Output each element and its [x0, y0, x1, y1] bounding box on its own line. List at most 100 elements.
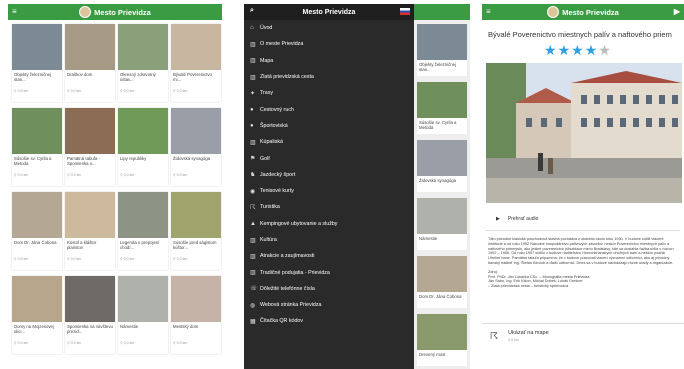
- poi-thumbnail: [65, 192, 115, 238]
- drawer-item-label: Atrakcie a zaujímavosti: [260, 253, 315, 260]
- drawer-item[interactable]: ♞ Jazdecký šport: [244, 167, 414, 183]
- drawer-item-label: Tenisové kurty: [260, 188, 294, 195]
- tennis-icon: ◉: [250, 188, 256, 195]
- building-icon: ▥: [250, 139, 256, 146]
- poi-title: Spomienka na návštevu prezid...: [67, 324, 113, 335]
- poi-distance: ⚲ 0,0 km: [118, 88, 168, 94]
- drawer-item[interactable]: ✦ Trasy: [244, 85, 414, 101]
- distance-text: 0,0 km: [17, 257, 29, 261]
- location-pin-icon: ⚲: [67, 89, 70, 93]
- background-card: Súsošie sv. Cyrila a Metoda: [417, 82, 467, 134]
- description-body: Táto pôvodne klasická poschodová stavba …: [488, 237, 674, 265]
- home-icon: ⌂: [250, 25, 254, 32]
- drawer-item[interactable]: ▲ Kempingové ubytovanie a služby: [244, 216, 414, 232]
- play-icon[interactable]: ▶: [674, 7, 680, 16]
- poi-card[interactable]: Pamätná tabuľa - Spomienka n... ⚲ 0,0 km: [65, 108, 115, 186]
- location-pin-icon: ⚲: [14, 341, 17, 345]
- poi-card[interactable]: Bývalé Poverenictvo mi... ⚲ 0,0 km: [171, 24, 221, 102]
- star-icon[interactable]: ★: [598, 42, 612, 58]
- drawer-item-label: Cestovný ruch: [260, 106, 294, 113]
- poi-title: Domy na Mojzesovej ulici...: [14, 324, 54, 335]
- language-flag-icon[interactable]: [400, 8, 410, 15]
- distance-text: 0,0 km: [176, 257, 188, 261]
- poi-card[interactable]: Námestie ⚲ 0,0 km: [118, 276, 168, 354]
- drawer-item-label: Dôležité telefónne čísla: [260, 285, 315, 292]
- star-icon[interactable]: ★: [571, 42, 585, 58]
- poi-distance: ⚲ 0,0 km: [65, 172, 115, 178]
- drawer-item[interactable]: ▥ Tradičné podujatia - Prievidza: [244, 264, 414, 280]
- search-icon[interactable]: ⌕: [250, 7, 254, 15]
- distance-text: 0,0 km: [70, 173, 82, 177]
- drawer-item-label: Zlatá prievidzská cesta: [260, 74, 314, 81]
- play-icon: ▶: [496, 216, 500, 222]
- walk-icon: ☈: [490, 330, 499, 341]
- drawer-item[interactable]: ⚑ Golf: [244, 150, 414, 166]
- drawer-item[interactable]: ⌂ Úvod: [244, 20, 414, 36]
- location-pin-icon: ⚲: [120, 173, 123, 177]
- drawer-item[interactable]: ▥ O meste Prievidza: [244, 36, 414, 52]
- drawer-item[interactable]: ● Športoviská: [244, 118, 414, 134]
- poi-card[interactable]: Súsošie pred ságistom kúštor... ⚲ 0,0 km: [171, 192, 221, 270]
- background-thumbnail: [417, 314, 467, 350]
- background-card: Objekty železničnej stan...: [417, 24, 467, 76]
- drawer-menu: ⌂ Úvod ▥ O meste Prievidza ▥ Mapa ▥ Zlatá priev…: [244, 20, 414, 330]
- description-text: Táto pôvodne klasická poschodová stavba …: [482, 231, 684, 323]
- drawer-item[interactable]: ▥ Kúpaliská: [244, 134, 414, 150]
- background-card: Drevený most: [417, 314, 467, 366]
- poi-card[interactable]: Legenda o prepojení chodí... ⚲ 0,0 km: [118, 192, 168, 270]
- poi-card[interactable]: Mestský dom ⚲ 0,0 km: [171, 276, 221, 354]
- poi-title: Židovská synagóga: [173, 156, 211, 161]
- poi-card[interactable]: Židovská synagóga ⚲ 0,0 km: [171, 108, 221, 186]
- menu-icon[interactable]: ≡: [12, 7, 17, 16]
- building-icon: ▥: [250, 58, 256, 65]
- poi-card[interactable]: Lipy republiky ⚲ 0,0 km: [118, 108, 168, 186]
- poi-card[interactable]: Súsošie sv. Cyrila a Metoda ⚲ 0,0 km: [12, 108, 62, 186]
- golf-icon: ⚑: [250, 156, 256, 163]
- drawer-item[interactable]: ▥ Mapa: [244, 53, 414, 69]
- play-audio-button[interactable]: ▶ Prehrať audio: [486, 208, 680, 231]
- star-icon[interactable]: ★: [585, 42, 599, 58]
- show-on-map-button[interactable]: ☈ Ukázať na mape 0,0 km: [482, 323, 684, 348]
- drawer-item[interactable]: ▦ Čítačka QR kódov: [244, 313, 414, 329]
- poi-card[interactable]: Okresný zdravotný ústav... ⚲ 0,0 km: [118, 24, 168, 102]
- poi-distance: ⚲ 0,0 km: [118, 172, 168, 178]
- poi-card[interactable]: Spomienka na návštevu prezid... ⚲ 0,0 km: [65, 276, 115, 354]
- drawer-item[interactable]: ☏ Dôležité telefónne čísla: [244, 281, 414, 297]
- poi-title: Pamätná tabuľa - Spomienka n...: [67, 156, 101, 167]
- poi-thumbnail: [171, 108, 221, 154]
- star-icon[interactable]: ★: [544, 42, 558, 58]
- poi-card[interactable]: Dom Dr. Jána Čobona ⚲ 0,0 km: [12, 192, 62, 270]
- background-thumbnail: [417, 256, 467, 292]
- drawer-item[interactable]: ▥ Atrakcie a zaujímavosti: [244, 248, 414, 264]
- background-title: Objekty železničnej stan...: [419, 62, 457, 73]
- distance-text: 0,0 km: [17, 173, 29, 177]
- distance-text: 0,0 km: [123, 173, 135, 177]
- poi-title: Námestie: [120, 324, 139, 329]
- poi-card[interactable]: Draškov dom ⚲ 0,0 km: [65, 24, 115, 102]
- drawer-item[interactable]: ◉ Tenisové kurty: [244, 183, 414, 199]
- background-list: Objekty železničnej stan... Súsošie sv. C…: [414, 4, 470, 369]
- poi-card[interactable]: Objekty železničnej stan... ⚲ 0,0 km: [12, 24, 62, 102]
- drawer-item[interactable]: ☈ Turistika: [244, 199, 414, 215]
- drawer-item[interactable]: ◍ Webová stránka Prievidza: [244, 297, 414, 313]
- poi-card[interactable]: Kostol a kláštor piaristov ⚲ 0,0 km: [65, 192, 115, 270]
- location-pin-icon: ⚲: [120, 257, 123, 261]
- distance-text: 0,0 km: [176, 89, 188, 93]
- detail-app-title: Mesto Prievidza: [562, 7, 619, 17]
- drawer-item[interactable]: ▥ Kultúra: [244, 232, 414, 248]
- drawer-item[interactable]: ● Cestovný ruch: [244, 101, 414, 117]
- poi-thumbnail: [65, 108, 115, 154]
- poi-thumbnail: [12, 192, 62, 238]
- poi-distance: ⚲ 0,0 km: [171, 256, 221, 262]
- location-pin-icon: ⚲: [173, 341, 176, 345]
- rating-stars[interactable]: ★★★★★: [482, 42, 684, 59]
- building-icon: ▥: [250, 74, 256, 81]
- location-pin-icon: ⚲: [173, 173, 176, 177]
- location-pin-icon: ⚲: [14, 173, 17, 177]
- poi-thumbnail: [12, 108, 62, 154]
- star-icon[interactable]: ★: [558, 42, 572, 58]
- poi-card[interactable]: Domy na Mojzesovej ulici... ⚲ 0,0 km: [12, 276, 62, 354]
- drawer-item[interactable]: ▥ Zlatá prievidzská cesta: [244, 69, 414, 85]
- poi-thumbnail: [171, 24, 221, 70]
- menu-icon[interactable]: ≡: [486, 7, 491, 16]
